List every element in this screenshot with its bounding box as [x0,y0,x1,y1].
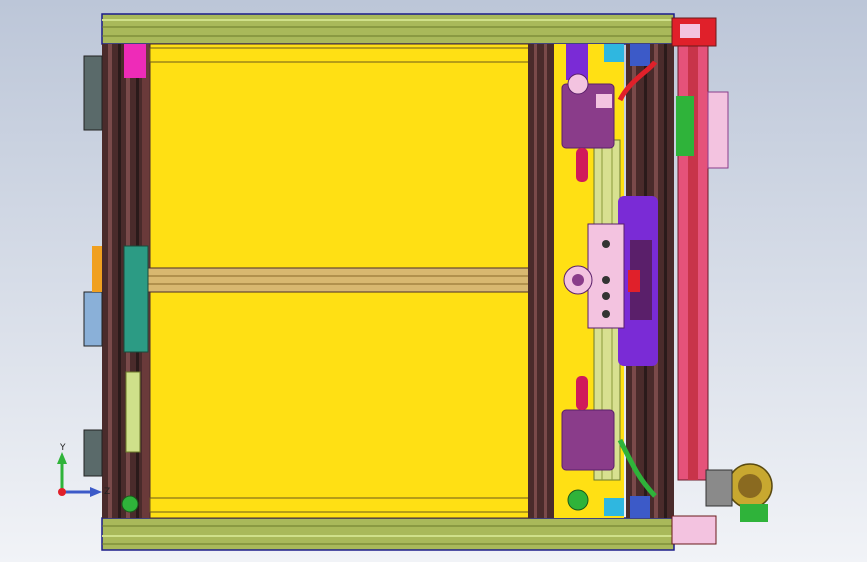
left-mid-tab [92,246,102,292]
far-right-slot-4 [664,44,667,518]
lower-idler [567,489,589,511]
carriage-bolt-2 [602,276,610,284]
upper-bearing-block [561,83,615,149]
carriage-bolt-1 [602,240,610,248]
left-upper-bracket [83,55,103,131]
gearbox-hub [738,474,762,498]
y-axis-label: Y [59,443,66,453]
panel-lower [149,291,531,519]
cad-viewport[interactable]: Y Z [0,0,867,562]
upper-block-label [596,94,612,108]
upper-idler [567,73,589,95]
top-frame-rail [101,13,675,45]
top-rail-mount-plate [680,24,700,38]
left-extrusion-slot-2 [118,44,121,518]
motor-bracket [676,96,694,156]
right-motor [707,91,729,169]
gearbox-coupling [705,469,733,507]
gearbox-base [740,504,768,522]
belt-clamp [628,270,640,292]
carriage-pivot-center [572,274,584,286]
z-axis-arrow [90,487,102,497]
upper-shaft [576,148,588,182]
x-axis-dot [58,488,66,496]
middle-crossbar [139,267,561,293]
assembly-model[interactable] [0,0,867,562]
left-mid-clamp [123,245,149,353]
right-inner-extrusion [528,44,554,518]
top-fixture-cyan [604,44,624,62]
carriage-bolt-4 [602,310,610,318]
lower-bearing-block [561,409,615,471]
y-axis-arrow [57,452,67,464]
carriage-bolt-3 [602,292,610,300]
z-axis-label: Z [104,487,110,497]
bottom-frame-rail [101,517,675,551]
bottom-fixture-blue [630,496,650,518]
left-upper-clamp [124,44,146,78]
left-lower-rail [125,371,141,453]
axis-triad: Y Z [57,443,110,497]
left-mid-bracket [83,291,103,347]
right-inner-slot-2 [544,44,547,518]
panel-upper [149,43,531,271]
left-lower-idler [121,495,139,513]
bottom-rail-mount [671,515,717,545]
bottom-fixture-cyan [604,498,624,516]
top-fixture-blue [630,44,650,66]
lower-shaft [576,376,588,410]
right-inner-slot-1 [534,44,537,518]
